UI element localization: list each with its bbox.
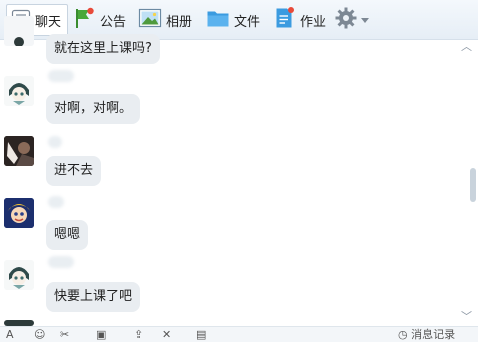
photo-avatar-icon xyxy=(4,136,34,166)
gear-icon xyxy=(334,6,358,34)
tab-chat-label: 聊天 xyxy=(35,14,62,30)
settings-button[interactable] xyxy=(334,4,369,36)
message-bubble: 对啊，对啊。 xyxy=(46,94,141,124)
history-label: 消息记录 xyxy=(411,328,456,341)
scrollbar-thumb[interactable] xyxy=(470,168,476,202)
message-bubble: 就在这里上课吗? xyxy=(46,34,160,64)
tab-homework-label: 作业 xyxy=(300,14,327,30)
sender-name-blurred xyxy=(48,136,62,148)
message-text: 就在这里上课吗? xyxy=(54,41,152,56)
cartoon-girl-avatar-icon xyxy=(9,83,29,105)
tab-announcement-label: 公告 xyxy=(100,14,127,30)
avatar[interactable] xyxy=(4,260,34,290)
sender-name-blurred xyxy=(48,70,74,82)
avatar[interactable] xyxy=(4,16,34,46)
cartoon-girl-avatar-icon xyxy=(9,267,29,289)
announcement-flag-icon xyxy=(72,6,96,34)
message-text: 对啊，对啊。 xyxy=(54,101,133,116)
tab-files-label: 文件 xyxy=(234,14,261,30)
message-bubble: 嗯嗯 xyxy=(46,220,89,250)
tab-album[interactable]: 相册 xyxy=(138,4,192,36)
clock-icon: ◷ xyxy=(398,328,408,341)
sender-name-blurred xyxy=(48,196,64,208)
photo-album-icon xyxy=(138,7,162,33)
message-text: 进不去 xyxy=(54,163,94,178)
cut-icon[interactable]: ✕ xyxy=(162,328,171,342)
chat-message-list[interactable]: 就在这里上课吗? 对啊，对啊。 进不去 嗯嗯 快要上课了吧 ︿ ﹀ xyxy=(0,16,478,342)
avatar[interactable] xyxy=(4,136,34,166)
scroll-up-icon[interactable]: ︿ xyxy=(461,38,472,54)
cartoon-boy-avatar-icon xyxy=(4,198,34,228)
screenshot-icon[interactable]: ✂ xyxy=(60,328,69,342)
chevron-down-icon xyxy=(361,13,369,28)
image-icon[interactable]: ▣ xyxy=(96,328,106,342)
homework-icon xyxy=(274,6,296,34)
message-text: 嗯嗯 xyxy=(54,227,81,242)
font-icon[interactable]: A xyxy=(6,328,14,342)
tab-files[interactable]: 文件 xyxy=(206,4,260,36)
avatar[interactable] xyxy=(4,76,34,106)
input-toolbar: A ☺ ✂ ▣ ⇪ ✕ ▤ ◷ 消息记录 xyxy=(0,326,478,342)
folder-icon xyxy=(206,7,230,33)
message-text: 快要上课了吧 xyxy=(54,289,133,304)
upload-icon[interactable]: ⇪ xyxy=(134,328,143,342)
sender-name-blurred xyxy=(48,256,74,268)
message-bubble: 进不去 xyxy=(46,156,102,186)
avatar[interactable] xyxy=(4,198,34,228)
message-bubble: 快要上课了吧 xyxy=(46,282,141,312)
tab-announcement[interactable]: 公告 xyxy=(72,4,126,36)
history-button[interactable]: ◷ 消息记录 xyxy=(398,328,455,342)
emoji-icon[interactable]: ☺ xyxy=(34,328,45,342)
more-tools-icon[interactable]: ▤ xyxy=(196,328,206,342)
tab-homework[interactable]: 作业 xyxy=(274,4,326,36)
tab-album-label: 相册 xyxy=(166,14,193,30)
scroll-down-icon[interactable]: ﹀ xyxy=(461,308,472,324)
